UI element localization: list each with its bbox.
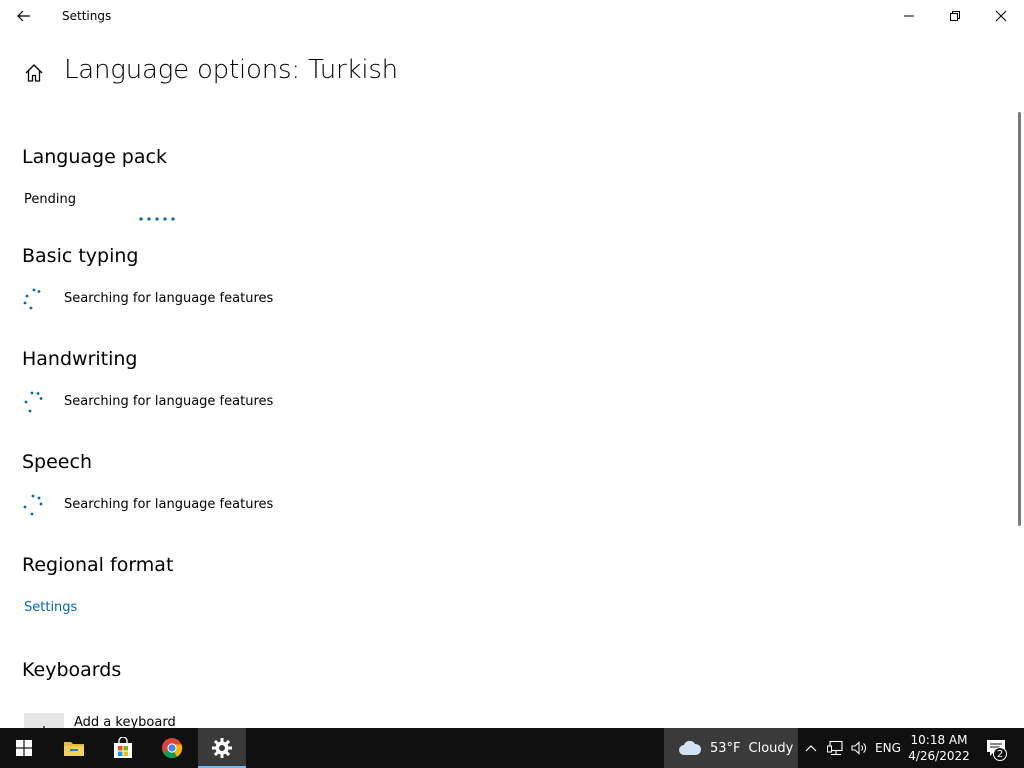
handwriting-heading: Handwriting (22, 348, 138, 370)
settings-taskbar-button[interactable] (198, 728, 246, 768)
minimize-button[interactable] (886, 0, 932, 32)
weather-temperature: 53°F (710, 740, 741, 756)
speech-heading: Speech (22, 451, 92, 473)
home-icon (25, 64, 43, 82)
language-pack-heading: Language pack (22, 146, 167, 168)
clock-time: 10:18 AM (910, 733, 968, 747)
chrome-button[interactable] (148, 728, 196, 768)
basic-typing-heading: Basic typing (22, 245, 139, 267)
microsoft-store-button[interactable] (99, 728, 147, 768)
title-bar: Settings (0, 0, 1024, 32)
add-keyboard-button[interactable] (24, 713, 64, 728)
plus-icon (43, 726, 45, 728)
chrome-icon (162, 738, 183, 759)
loading-spinner-icon (23, 494, 43, 516)
start-button[interactable] (0, 728, 48, 768)
regional-format-heading: Regional format (22, 554, 174, 576)
close-button[interactable] (978, 0, 1024, 32)
page-title: Language options: Turkish (64, 55, 398, 85)
cloud-icon (679, 740, 702, 755)
back-button[interactable] (8, 4, 40, 28)
action-center-button[interactable]: 2 (978, 728, 1014, 768)
file-explorer-icon (64, 742, 84, 756)
network-icon (827, 740, 843, 756)
loading-spinner-icon (23, 288, 41, 310)
gear-icon (212, 738, 232, 758)
volume-button[interactable] (848, 728, 870, 768)
input-language-indicator[interactable]: ENG (872, 728, 904, 768)
volume-icon (851, 741, 866, 755)
microsoft-store-icon (114, 737, 132, 758)
weather-widget[interactable]: 53°F Cloudy (664, 728, 798, 768)
keyboards-heading: Keyboards (22, 659, 122, 681)
language-pack-status: Pending (24, 192, 76, 207)
app-title: Settings (62, 9, 112, 23)
handwriting-status: Searching for language features (64, 394, 274, 409)
taskbar: 53°F Cloudy ENG 10:18 AM 4/26/2022 2 (0, 728, 1024, 768)
regional-format-settings-link[interactable]: Settings (24, 600, 77, 615)
show-hidden-icons-button[interactable] (800, 728, 822, 768)
home-button[interactable] (22, 61, 46, 85)
network-button[interactable] (824, 728, 848, 768)
chevron-up-icon (805, 745, 817, 752)
notification-count-badge: 2 (993, 747, 1007, 761)
restore-button[interactable] (932, 0, 978, 32)
loading-spinner-icon (24, 391, 43, 413)
windows-start-icon (16, 740, 32, 756)
clock-date: 4/26/2022 (908, 749, 970, 763)
add-keyboard-label[interactable]: Add a keyboard (74, 715, 176, 728)
weather-description: Cloudy (748, 740, 794, 756)
restore-icon (950, 11, 960, 21)
clock[interactable]: 10:18 AM 4/26/2022 (906, 728, 972, 768)
back-arrow-icon (17, 10, 30, 22)
file-explorer-button[interactable] (50, 728, 98, 768)
minimize-icon (904, 15, 914, 17)
progress-dots-indicator (139, 217, 175, 221)
speech-status: Searching for language features (64, 497, 274, 512)
vertical-scrollbar[interactable] (1018, 112, 1021, 526)
basic-typing-status: Searching for language features (64, 291, 274, 306)
close-icon (995, 10, 1007, 22)
settings-window: Settings Language options: Turkish Langu… (0, 0, 1024, 728)
